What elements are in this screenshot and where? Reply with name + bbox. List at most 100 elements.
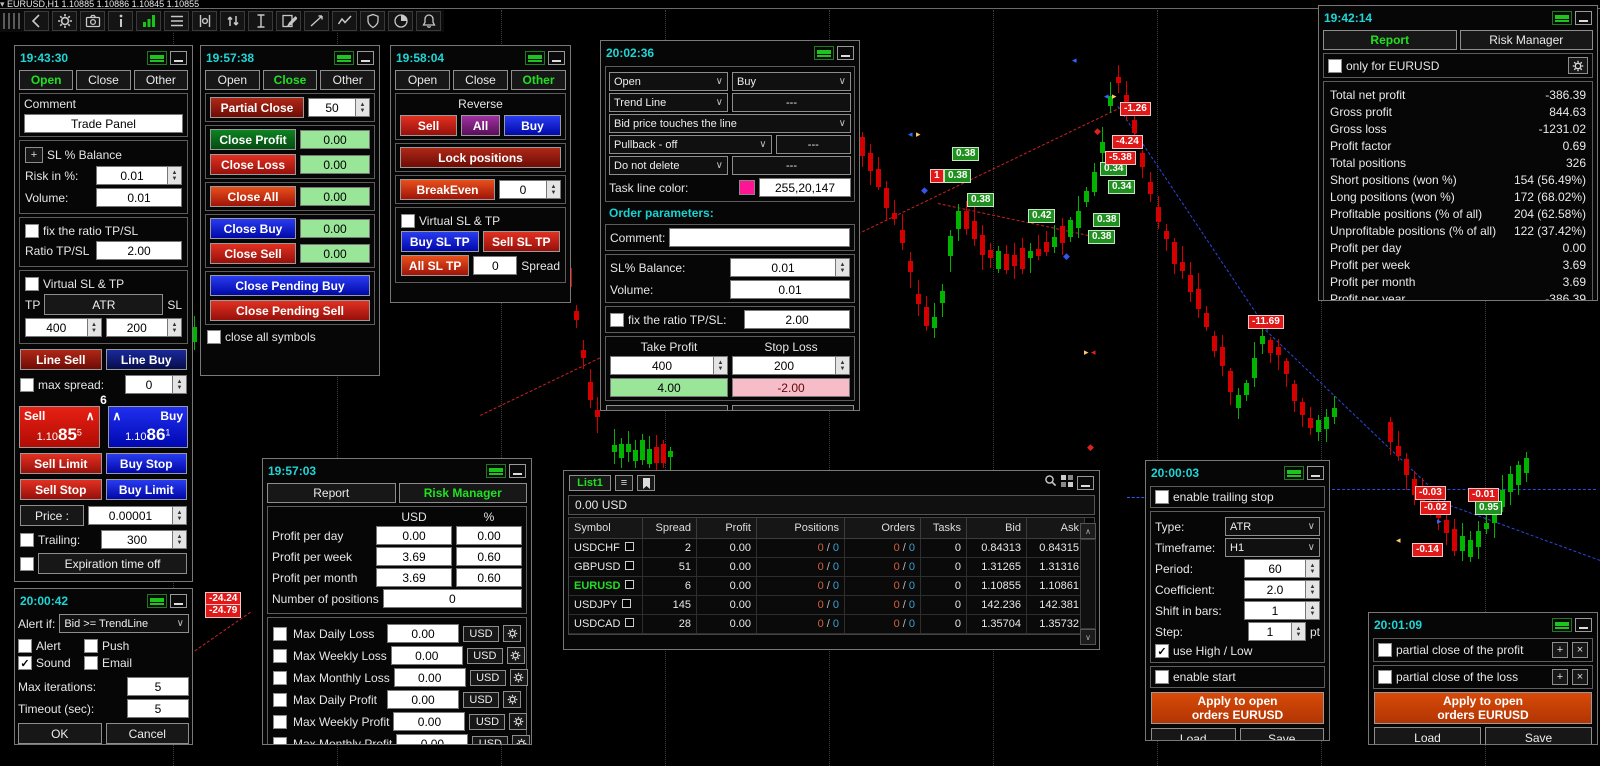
sound-checkbox[interactable]: ✓ <box>18 656 32 670</box>
alert-condition-dropdown[interactable]: Bid >= TrendLine∨ <box>59 614 189 633</box>
load-button[interactable]: Load <box>1374 727 1481 745</box>
lock-positions-button[interactable]: Lock positions <box>400 147 561 168</box>
watchlist-row[interactable]: USDCHF20.000 / 00 / 000.843130.84315 <box>569 539 1094 558</box>
script-note-icon[interactable] <box>276 11 301 31</box>
camera-icon[interactable] <box>80 11 105 31</box>
chart-bars-icon[interactable] <box>136 11 161 31</box>
trend-line-object[interactable] <box>1332 489 1596 490</box>
partial-loss-checkbox[interactable] <box>1378 670 1392 684</box>
indicator-sliders-icon[interactable] <box>192 11 217 31</box>
high-low-checkbox[interactable]: ✓ <box>1155 644 1169 658</box>
load-button[interactable]: Load <box>1151 728 1236 741</box>
price-tag[interactable]: 0.38 <box>1093 213 1120 227</box>
settings-gear-icon[interactable] <box>503 691 521 708</box>
action-dropdown[interactable]: Open∨ <box>609 72 728 91</box>
crosshair-ruler-icon[interactable] <box>248 11 273 31</box>
column-header-tasks[interactable]: Tasks <box>921 518 967 539</box>
limit-value[interactable]: 0.00 <box>393 712 465 731</box>
limit-checkbox[interactable] <box>273 671 287 685</box>
pie-timer-icon[interactable] <box>388 11 413 31</box>
close-profit-button[interactable]: Close Profit <box>210 129 296 150</box>
pullback-dropdown[interactable]: Pullback - off∨ <box>609 135 772 154</box>
menu-icon[interactable] <box>525 51 545 65</box>
minimize-icon[interactable] <box>1575 11 1592 25</box>
tab-other[interactable]: Other <box>320 70 375 90</box>
trailing-checkbox[interactable] <box>20 533 34 547</box>
menu-icon[interactable] <box>147 594 167 608</box>
apply-to-open-orders-button[interactable]: Apply to openorders EURUSD <box>1374 692 1592 724</box>
column-header-positions[interactable]: Positions <box>757 518 845 539</box>
column-header-symbol[interactable]: Symbol <box>569 518 643 539</box>
tab-report[interactable]: Report <box>267 483 396 503</box>
max-spread-stepper[interactable]: 0▲▼ <box>125 375 187 394</box>
limit-checkbox[interactable] <box>273 715 287 729</box>
cancel-button[interactable]: Cancel <box>732 405 854 411</box>
close-sell-button[interactable]: Close Sell <box>210 243 296 264</box>
all-sltp-button[interactable]: All SL TP <box>401 255 469 276</box>
settings-gear-icon[interactable] <box>507 647 525 664</box>
tab-close[interactable]: Close <box>76 70 130 90</box>
symbol-checkbox[interactable] <box>625 561 634 570</box>
sell-limit-button[interactable]: Sell Limit <box>20 453 102 474</box>
minimize-icon[interactable] <box>837 46 854 60</box>
virtual-sltp-checkbox[interactable] <box>25 277 39 291</box>
menu-icon[interactable] <box>486 464 506 478</box>
watchlist-row[interactable]: EURUSD60.000 / 00 / 001.108551.10861 <box>569 577 1094 596</box>
fix-ratio-checkbox[interactable] <box>610 313 624 327</box>
tab-close[interactable]: Close <box>263 70 318 90</box>
settings-gear-icon[interactable] <box>503 625 521 642</box>
currency-button[interactable]: USD <box>467 648 503 664</box>
minimize-icon[interactable] <box>1077 476 1094 490</box>
tab-open[interactable]: Open <box>19 70 73 90</box>
tp-stepper[interactable]: 400▲▼ <box>25 318 102 337</box>
breakeven-button[interactable]: BreakEven <box>400 179 495 200</box>
symbol-checkbox[interactable] <box>625 580 634 589</box>
shift-stepper[interactable]: 1▲▼ <box>1244 601 1320 620</box>
buy-limit-button[interactable]: Buy Limit <box>106 479 188 500</box>
price-tag[interactable]: -4.24 <box>1112 135 1143 149</box>
watchlist-row[interactable]: GBPUSD510.000 / 00 / 001.312651.31316 <box>569 558 1094 577</box>
sl-stepper[interactable]: 200▲▼ <box>106 318 183 337</box>
list-menu-icon[interactable]: ≡ <box>615 475 633 491</box>
save-button[interactable]: Save <box>1240 728 1325 741</box>
price-tag[interactable]: 0.38 <box>952 147 979 161</box>
minimize-icon[interactable] <box>1575 618 1592 632</box>
virtual-sltp-checkbox[interactable] <box>401 214 415 228</box>
comment-input[interactable]: Trade Panel <box>24 114 183 133</box>
side-dropdown[interactable]: Buy∨ <box>732 72 851 91</box>
apply-to-open-orders-button[interactable]: Apply to openorders EURUSD <box>1151 692 1324 724</box>
price-tag[interactable]: 0.42 <box>1028 209 1055 223</box>
settings-gear-icon[interactable] <box>512 735 530 745</box>
limit-checkbox[interactable] <box>273 737 287 746</box>
column-header-profit[interactable]: Profit <box>697 518 757 539</box>
zigzag-line-icon[interactable] <box>332 11 357 31</box>
partial-close-button[interactable]: Partial Close <box>210 97 304 118</box>
close-pending-sell-button[interactable]: Close Pending Sell <box>210 300 370 321</box>
spread-input[interactable]: 0 <box>473 256 517 275</box>
close-pending-buy-button[interactable]: Close Pending Buy <box>210 275 370 296</box>
trailing-stepper[interactable]: 300▲▼ <box>101 530 187 549</box>
price-tag[interactable]: 0.38 <box>1088 230 1115 244</box>
layout-tiles-icon[interactable] <box>1061 474 1073 492</box>
volume-input[interactable]: 0.01 <box>730 280 850 299</box>
condition-dropdown[interactable]: Bid price touches the line∨ <box>609 114 851 133</box>
add-rule-button[interactable]: + <box>1552 669 1568 685</box>
price-tag[interactable]: 0.38 <box>967 193 994 207</box>
price-tag[interactable]: 0.34 <box>1108 180 1135 194</box>
task-color-swatch[interactable] <box>739 180 755 195</box>
watchlist-row[interactable]: USDCAD280.000 / 00 / 001.357041.35732 <box>569 615 1094 634</box>
list-name-button[interactable]: List1 <box>569 475 611 491</box>
reverse-sell-button[interactable]: Sell <box>400 115 457 136</box>
tab-risk-manager[interactable]: Risk Manager <box>399 483 528 503</box>
push-checkbox[interactable] <box>84 639 98 653</box>
line-sell-button[interactable]: Line Sell <box>20 349 102 370</box>
price-tag[interactable]: -1.26 <box>1120 102 1151 116</box>
task-color-input[interactable]: 255,20,147 <box>759 178 851 197</box>
price-tag[interactable]: 0.38 <box>944 169 971 183</box>
limit-checkbox[interactable] <box>273 627 287 641</box>
max-iterations-input[interactable]: 5 <box>127 677 189 696</box>
ok-button[interactable]: OK <box>606 405 728 411</box>
toolbar-grip[interactable] <box>3 13 21 29</box>
coefficient-stepper[interactable]: 2.0▲▼ <box>1244 580 1320 599</box>
max-spread-checkbox[interactable] <box>20 378 34 392</box>
